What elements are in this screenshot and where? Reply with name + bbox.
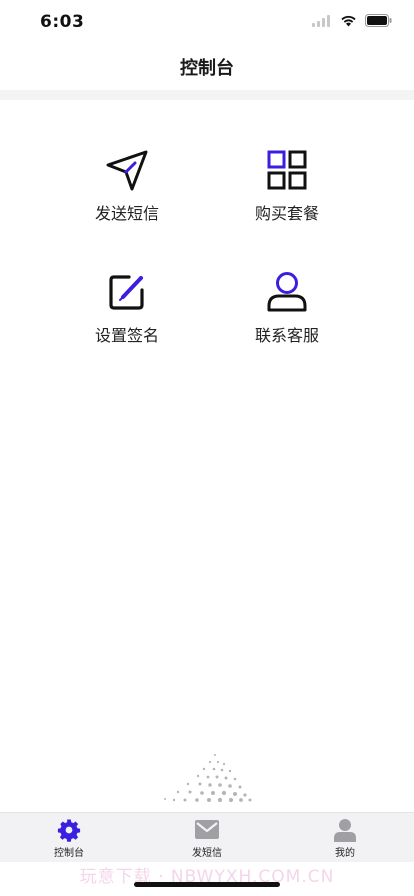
send-sms-label: 发送短信 [94,204,159,223]
page-title: 控制台 [180,58,234,79]
buy-package-button[interactable]: 购买套餐 [207,148,367,224]
cellular-signal-icon [312,14,330,27]
grid-icon [265,148,309,192]
set-signature-label: 设置签名 [94,326,159,345]
user-icon [334,819,356,842]
wifi-icon [341,15,356,26]
mail-icon [195,820,219,839]
status-time: 6:03 [40,12,85,32]
battery-icon [365,14,392,27]
set-signature-button[interactable]: 设置签名 [47,270,207,346]
status-bar: 6:03 [0,0,414,44]
tab-send-sms-label: 发短信 [192,848,222,859]
tab-profile[interactable]: 我的 [276,813,414,862]
edit-icon [105,270,149,314]
buy-package-label: 购买套餐 [254,204,319,223]
tab-send-sms[interactable]: 发短信 [138,813,276,862]
contact-support-button[interactable]: 联系客服 [207,270,367,346]
tab-bar: 控制台 发短信 我的 [0,812,414,862]
tab-dashboard[interactable]: 控制台 [0,813,138,862]
tab-profile-label: 我的 [335,848,355,859]
tab-dashboard-label: 控制台 [54,848,84,859]
send-sms-button[interactable]: 发送短信 [47,148,207,224]
nav-bar: 控制台 [0,44,414,90]
home-indicator [134,882,280,887]
contact-support-label: 联系客服 [254,326,319,345]
person-icon [265,270,309,314]
section-divider [0,90,414,100]
status-icons [312,14,392,27]
loading-dots-graphic [164,754,252,803]
send-icon [105,148,149,192]
gear-icon [57,819,81,842]
